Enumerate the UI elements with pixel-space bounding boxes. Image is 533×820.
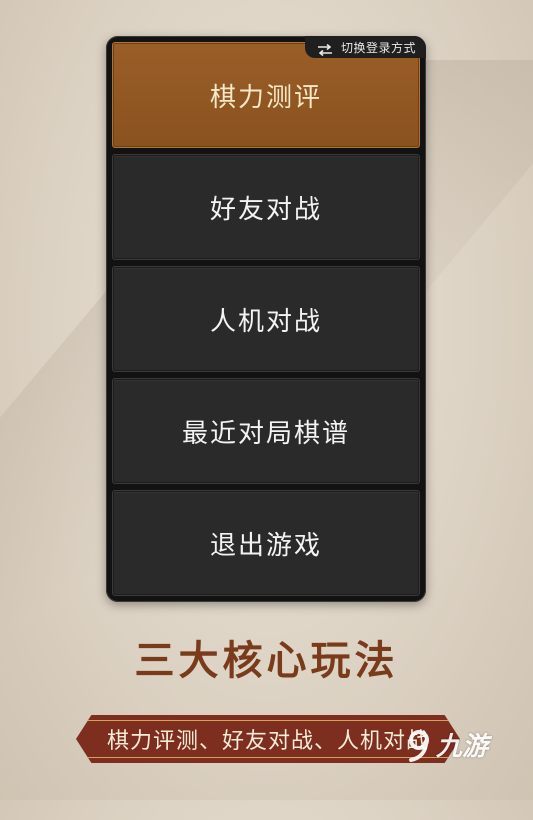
menu-item-friend-battle[interactable]: 好友对战: [112, 154, 420, 260]
promo-ribbon: 棋力评测、好友对战、人机对战: [76, 715, 460, 763]
menu-item-vs-computer[interactable]: 人机对战: [112, 266, 420, 372]
menu-item-label: 退出游戏: [209, 530, 322, 561]
menu-item-exit-game[interactable]: 退出游戏: [112, 490, 420, 596]
menu-item-label: 棋力测评: [209, 82, 322, 113]
nine-game-logo-icon: [404, 728, 434, 762]
swap-arrows-icon: [317, 41, 333, 57]
switch-login-button[interactable]: 切换登录方式: [304, 36, 426, 58]
ribbon-text: 棋力评测、好友对战、人机对战: [106, 729, 429, 754]
watermark-text: 九游: [436, 732, 489, 762]
menu-item-recent-records[interactable]: 最近对局棋谱: [112, 378, 420, 484]
switch-login-label: 切换登录方式: [340, 40, 416, 55]
main-menu: 棋力测评 好友对战 人机对战 最近对局棋谱 退出游戏: [112, 42, 420, 602]
menu-item-label: 人机对战: [209, 306, 322, 337]
watermark: 九游: [404, 726, 488, 763]
phone-screen: 切换登录方式 棋力测评 好友对战 人机对战 最近对局棋谱 退出游戏: [106, 36, 426, 602]
promo-headline: 三大核心玩法: [134, 637, 399, 684]
menu-item-label: 好友对战: [209, 194, 322, 225]
menu-item-label: 最近对局棋谱: [181, 418, 350, 449]
